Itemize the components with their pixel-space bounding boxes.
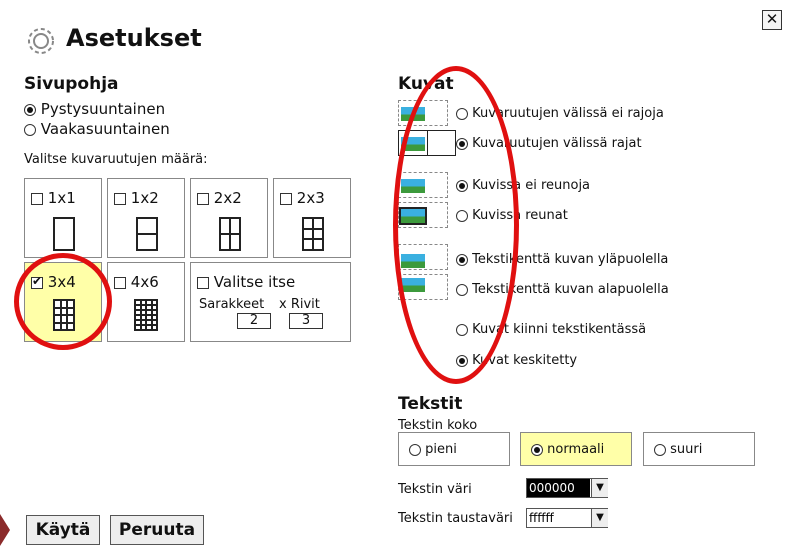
text-bg-value: ffffff <box>527 509 590 527</box>
layout-2x3-icon <box>302 217 324 251</box>
page-layout-heading: Sivupohja <box>24 74 119 94</box>
texts-heading: Tekstit <box>398 394 463 414</box>
tile-1x1[interactable]: 1x1 <box>24 178 102 258</box>
columns-input[interactable]: 2 <box>237 313 271 329</box>
checkbox[interactable] <box>114 192 126 205</box>
radio-icon[interactable] <box>24 123 36 136</box>
text-bg-label: Tekstin taustaväri <box>398 511 513 526</box>
size-label: normaali <box>547 442 605 457</box>
rows-input[interactable]: 3 <box>289 313 323 329</box>
orientation-portrait-label: Pystysuuntainen <box>40 100 166 118</box>
tile-custom[interactable]: Valitse itse Sarakkeet x Rivit 2 3 <box>190 262 351 342</box>
size-small[interactable]: pieni <box>398 432 510 466</box>
orientation-portrait[interactable]: Pystysuuntainen <box>24 100 165 118</box>
annotation-ellipse <box>393 66 519 384</box>
dropdown-arrow-icon[interactable]: ▼ <box>591 479 608 497</box>
checkbox[interactable] <box>114 276 126 289</box>
text-color-select[interactable]: 000000 ▼ <box>526 478 608 498</box>
radio-icon[interactable] <box>654 443 666 456</box>
custom-label: Valitse itse <box>213 273 296 291</box>
checkbox[interactable] <box>197 192 209 205</box>
cancel-button[interactable]: Peruuta <box>110 515 204 545</box>
layout-1x1-icon <box>53 217 75 251</box>
dialog-title: Asetukset <box>66 24 202 52</box>
size-label: suuri <box>670 442 703 457</box>
tile-label: 1x1 <box>47 189 76 207</box>
tile-label: 2x3 <box>296 189 325 207</box>
annotation-arrow-icon <box>0 514 10 546</box>
tile-2x2[interactable]: 2x2 <box>190 178 268 258</box>
tile-label: 1x2 <box>130 189 159 207</box>
checkbox[interactable] <box>280 192 292 205</box>
close-button[interactable]: ✕ <box>762 10 782 30</box>
dropdown-arrow-icon[interactable]: ▼ <box>591 509 608 527</box>
layout-2x2-icon <box>219 217 241 251</box>
tile-label: 2x2 <box>213 189 242 207</box>
checkbox[interactable] <box>31 192 43 205</box>
text-size-label: Tekstin koko <box>398 418 478 433</box>
gear-icon <box>24 24 58 58</box>
radio-icon[interactable] <box>531 443 543 456</box>
orientation-landscape-label: Vaakasuuntainen <box>40 120 170 138</box>
text-bg-select[interactable]: ffffff ▼ <box>526 508 608 528</box>
tile-1x2[interactable]: 1x2 <box>107 178 185 258</box>
orientation-landscape[interactable]: Vaakasuuntainen <box>24 120 170 138</box>
tile-label: 4x6 <box>130 273 159 291</box>
size-large[interactable]: suuri <box>643 432 755 466</box>
apply-button[interactable]: Käytä <box>26 515 100 545</box>
size-label: pieni <box>425 442 457 457</box>
tile-4x6[interactable]: 4x6 <box>107 262 185 342</box>
rows-label: x Rivit <box>279 297 320 312</box>
grid-prompt: Valitse kuvaruutujen määrä: <box>24 152 208 167</box>
annotation-circle <box>14 253 112 350</box>
text-color-label: Tekstin väri <box>398 482 472 497</box>
columns-label: Sarakkeet <box>199 297 265 312</box>
radio-icon[interactable] <box>24 103 36 116</box>
layout-4x6-icon <box>134 299 158 331</box>
radio-icon[interactable] <box>409 443 421 456</box>
layout-1x2-icon <box>136 217 158 251</box>
tile-2x3[interactable]: 2x3 <box>273 178 351 258</box>
text-color-value: 000000 <box>527 479 590 497</box>
checkbox[interactable] <box>197 276 209 289</box>
size-normal[interactable]: normaali <box>520 432 632 466</box>
